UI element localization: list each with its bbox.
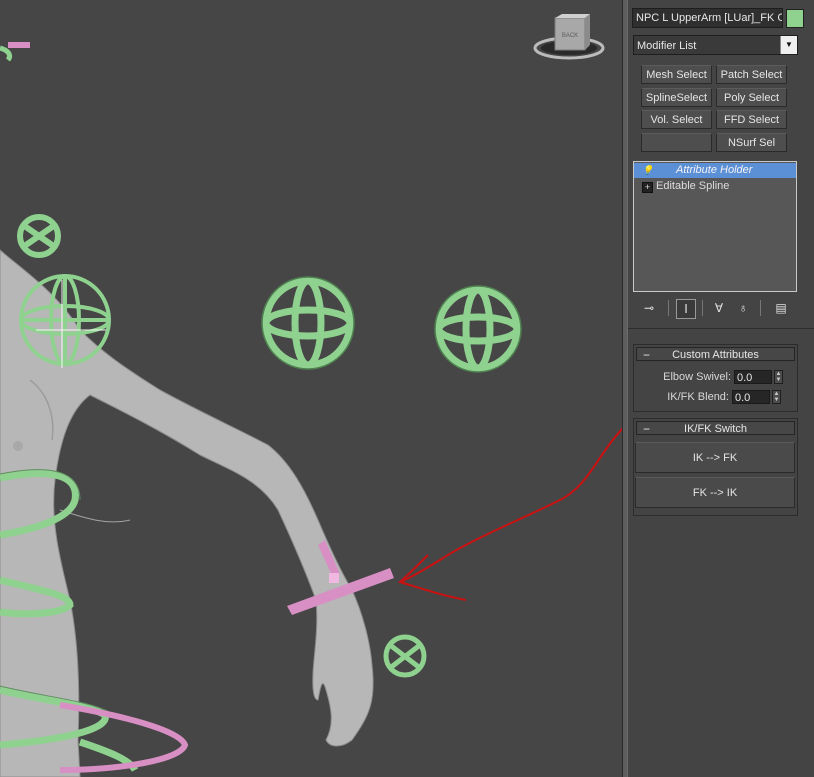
object-color-swatch[interactable] xyxy=(786,9,804,28)
modifier-list-label: Modifier List xyxy=(637,40,697,52)
clavicle-control[interactable] xyxy=(17,214,61,258)
3d-viewport[interactable]: BACK xyxy=(0,0,622,777)
ik-to-fk-button[interactable]: IK --> FK xyxy=(635,442,795,473)
patch-select-button[interactable]: Patch Select xyxy=(716,65,787,84)
elbow-control[interactable] xyxy=(262,277,354,369)
modifier-stack[interactable]: 💡 Attribute Holder + Editable Spline xyxy=(633,161,797,292)
fk-to-ik-button[interactable]: FK --> IK xyxy=(635,477,795,508)
hand-control[interactable] xyxy=(383,634,427,678)
rollout-title: Custom Attributes xyxy=(672,349,759,361)
remove-modifier-icon[interactable]: ♁ xyxy=(734,299,752,317)
elbow-swivel-field[interactable]: 0.0 xyxy=(734,370,772,384)
custom-attributes-header[interactable]: − Custom Attributes xyxy=(636,347,795,362)
nsurf-sel-button[interactable]: NSurf Sel xyxy=(716,133,787,152)
red-annotation-arrow xyxy=(397,427,622,601)
collapse-icon: − xyxy=(643,422,651,436)
poly-select-button[interactable]: Poly Select xyxy=(716,88,787,107)
top-left-pink-control[interactable] xyxy=(8,42,30,48)
ikfk-blend-spinner[interactable]: ▲ ▼ xyxy=(772,390,781,404)
elbow-swivel-spinner[interactable]: ▲ ▼ xyxy=(774,370,783,384)
ikfk-switch-header[interactable]: − IK/FK Switch xyxy=(636,421,795,436)
object-name-field[interactable]: NPC L UpperArm [LUar]_FK C xyxy=(632,8,783,28)
rollout-title: IK/FK Switch xyxy=(684,423,747,435)
viewcube[interactable]: BACK xyxy=(533,14,605,60)
show-end-result-icon[interactable]: Ⅰ xyxy=(676,299,696,319)
collapse-icon: − xyxy=(643,348,651,362)
command-panel: NPC L UpperArm [LUar]_FK C Modifier List… xyxy=(628,0,814,777)
pin-stack-icon[interactable]: ⊸ xyxy=(640,299,658,317)
ffd-select-button[interactable]: FFD Select xyxy=(716,110,787,129)
vol-select-button[interactable]: Vol. Select xyxy=(641,110,712,129)
stack-item-editable-spline[interactable]: + Editable Spline xyxy=(634,179,796,194)
ikfk-blend-label: IK/FK Blend: xyxy=(667,391,729,403)
configure-sets-icon[interactable]: ▤ xyxy=(772,299,790,317)
stack-item-attribute-holder[interactable]: 💡 Attribute Holder xyxy=(634,163,796,178)
divider xyxy=(628,328,814,329)
stack-item-label: Attribute Holder xyxy=(676,164,753,176)
spline-select-button[interactable]: SplineSelect xyxy=(641,88,712,107)
ik-target-control[interactable] xyxy=(435,286,521,372)
object-name-row: NPC L UpperArm [LUar]_FK C xyxy=(632,8,810,28)
ikfk-blend-field[interactable]: 0.0 xyxy=(732,390,770,404)
shoulder-control[interactable] xyxy=(19,274,111,366)
expand-plus-icon[interactable]: + xyxy=(642,182,653,193)
stack-item-label: Editable Spline xyxy=(656,180,730,192)
custom-attributes-rollout: − Custom Attributes Elbow Swivel: 0.0 ▲ ▼… xyxy=(633,344,798,412)
dropdown-arrow-icon[interactable]: ▼ xyxy=(780,36,797,54)
viewport-scene: BACK xyxy=(0,14,622,777)
viewcube-label: BACK xyxy=(562,33,578,39)
make-unique-icon[interactable]: ∀ xyxy=(710,299,728,317)
lightbulb-icon[interactable]: 💡 xyxy=(642,165,653,175)
modifier-list-dropdown[interactable]: Modifier List ▼ xyxy=(633,35,798,55)
empty-modifier-button[interactable] xyxy=(641,133,712,152)
stack-toolbar: ⊸ Ⅰ ∀ ♁ ▤ xyxy=(632,297,808,321)
elbow-swivel-label: Elbow Swivel: xyxy=(663,371,731,383)
mesh-select-button[interactable]: Mesh Select xyxy=(641,65,712,84)
